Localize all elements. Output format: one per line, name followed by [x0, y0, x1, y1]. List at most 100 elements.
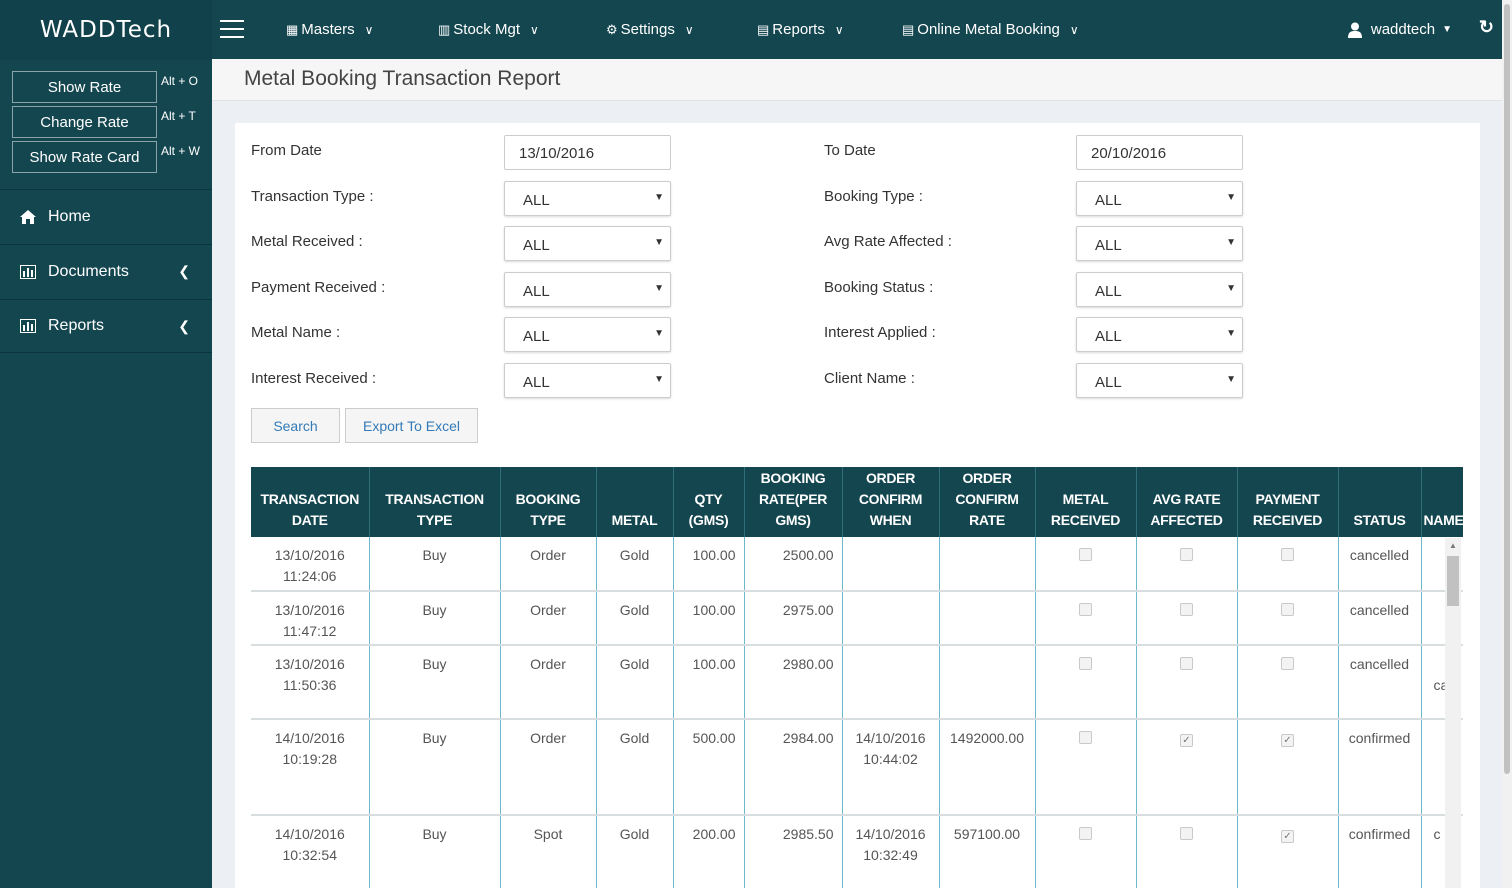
app-logo[interactable]: WADDTech — [0, 0, 212, 60]
gear-icon: ⚙ — [606, 21, 618, 37]
column-header[interactable]: BOOKING RATE(PER GMS) — [744, 467, 843, 537]
scroll-up-icon[interactable]: ▲ — [1449, 541, 1457, 550]
avg-rate-affected-checkbox[interactable] — [1180, 548, 1193, 561]
menu-settings[interactable]: ⚙ Settings ∨ — [606, 0, 694, 59]
booking-type-cell: Order — [500, 645, 597, 720]
payment-received-checkbox[interactable]: ✓ — [1281, 830, 1294, 843]
booking-rate-cell: 2984.00 — [744, 719, 843, 816]
transaction-type-cell: Buy — [369, 719, 501, 816]
client-name-select[interactable]: ALL ▼ — [1076, 363, 1243, 398]
avg-rate-affected-select[interactable]: ALL ▼ — [1076, 226, 1243, 261]
change-rate-button[interactable]: Change Rate — [12, 106, 157, 138]
booking-type-cell: Order — [500, 537, 597, 592]
dropdown-arrow-icon: ▼ — [1226, 283, 1236, 294]
show-rate-button[interactable]: Show Rate — [12, 71, 157, 103]
payment-received-cell: ✓ — [1237, 815, 1339, 888]
booking-type-select[interactable]: ALL ▼ — [1076, 181, 1243, 216]
metal-received-checkbox[interactable] — [1079, 731, 1092, 744]
show-rate-card-button[interactable]: Show Rate Card — [12, 141, 157, 173]
menu-masters[interactable]: ▦ Masters ∨ — [286, 0, 373, 59]
booking-type-cell-text: Order — [530, 547, 566, 563]
from-date-label: From Date — [251, 142, 322, 159]
column-header[interactable]: QTY (GMS) — [673, 467, 745, 537]
metal-cell-text: Gold — [619, 730, 650, 746]
refresh-icon[interactable]: ↻ — [1479, 17, 1494, 38]
order-confirm-when-cell — [842, 591, 940, 646]
hamburger-menu-icon[interactable] — [220, 20, 244, 38]
booking-type-cell: Order — [500, 719, 597, 816]
payment-received-checkbox[interactable] — [1281, 548, 1294, 561]
transaction-type-select[interactable]: ALL ▼ — [504, 181, 671, 216]
menu-reports[interactable]: ▤ Reports ∨ — [757, 0, 844, 59]
table-row[interactable]: 14/10/2016 10:32:54 Buy Spot Gold 200.00 2985.… — [251, 815, 1463, 888]
metal-cell-text: Gold — [619, 602, 650, 618]
payment-received-label: Payment Received : — [251, 279, 386, 296]
metal-received-checkbox[interactable] — [1079, 827, 1092, 840]
sidebar-item-home[interactable]: Home — [0, 189, 212, 243]
qty-cell-text: 100.00 — [692, 602, 736, 618]
search-button[interactable]: Search — [251, 408, 340, 443]
column-header[interactable]: METAL — [596, 467, 674, 537]
column-header[interactable]: NAME — [1421, 467, 1463, 537]
avg-rate-affected-checkbox[interactable]: ✓ — [1180, 734, 1193, 747]
transaction-type-cell-text: Buy — [422, 656, 447, 672]
column-header[interactable]: ORDER CONFIRM RATE — [939, 467, 1036, 537]
interest-received-select[interactable]: ALL ▼ — [504, 363, 671, 398]
export-excel-button[interactable]: Export To Excel — [345, 408, 478, 443]
payment-received-checkbox[interactable]: ✓ — [1281, 734, 1294, 747]
bar-chart-icon — [18, 264, 38, 280]
metal-cell: Gold — [596, 645, 674, 720]
column-header[interactable]: STATUS — [1338, 467, 1422, 537]
column-header[interactable]: AVG RATE AFFECTED — [1136, 467, 1238, 537]
menu-online-metal-booking[interactable]: ▤ Online Metal Booking ∨ — [902, 0, 1079, 59]
column-header[interactable]: ORDER CONFIRM WHEN — [842, 467, 940, 537]
metal-name-select[interactable]: ALL ▼ — [504, 317, 671, 352]
menu-stock-mgt[interactable]: ▥ Stock Mgt ∨ — [438, 0, 539, 59]
avg-rate-affected-checkbox[interactable] — [1180, 603, 1193, 616]
interest-applied-select[interactable]: ALL ▼ — [1076, 317, 1243, 352]
table-row[interactable]: 13/10/2016 11:24:06 Buy Order Gold 100.00 2500… — [251, 537, 1463, 592]
column-header-text: BOOKING — [760, 470, 826, 486]
qty-cell: 100.00 — [673, 537, 745, 592]
to-date-input[interactable]: 20/10/2016 — [1076, 135, 1243, 170]
column-header-text: TYPE — [530, 512, 566, 528]
sidebar-item-reports[interactable]: Reports ❮ — [0, 299, 212, 353]
metal-received-checkbox[interactable] — [1079, 548, 1092, 561]
select-value: ALL — [523, 237, 550, 254]
column-header[interactable]: TRANSACTION DATE — [251, 467, 370, 537]
table-scrollbar[interactable]: ▲ — [1445, 538, 1461, 888]
window-scrollbar[interactable] — [1502, 0, 1512, 888]
avg-rate-affected-checkbox[interactable] — [1180, 657, 1193, 670]
from-date-input[interactable]: 13/10/2016 — [504, 135, 671, 170]
payment-received-checkbox[interactable] — [1281, 657, 1294, 670]
column-header-text: TYPE — [416, 512, 453, 528]
payment-received-select[interactable]: ALL ▼ — [504, 272, 671, 307]
chevron-down-icon: ∨ — [834, 22, 844, 37]
payment-received-cell: ✓ — [1237, 719, 1339, 816]
metal-cell-text: Gold — [619, 826, 650, 842]
payment-received-checkbox[interactable] — [1281, 603, 1294, 616]
user-menu[interactable]: waddtech ▼ — [1347, 0, 1452, 59]
metal-received-select[interactable]: ALL ▼ — [504, 226, 671, 261]
to-date-label: To Date — [824, 142, 876, 159]
metal-received-checkbox[interactable] — [1079, 603, 1092, 616]
column-header[interactable]: BOOKING TYPE — [500, 467, 597, 537]
column-header[interactable]: PAYMENT RECEIVED — [1237, 467, 1339, 537]
change-rate-shortcut: Alt + T — [161, 109, 196, 123]
column-header[interactable]: TRANSACTION TYPE — [369, 467, 501, 537]
dropdown-arrow-icon: ▼ — [1226, 192, 1236, 203]
transaction-date-cell: 13/10/2016 11:24:06 — [251, 537, 370, 592]
table-row[interactable]: 13/10/2016 11:47:12 Buy Order Gold 100.00 2975… — [251, 591, 1463, 646]
page-title: Metal Booking Transaction Report — [244, 67, 561, 90]
booking-status-select[interactable]: ALL ▼ — [1076, 272, 1243, 307]
transaction-type-label: Transaction Type : — [251, 188, 374, 205]
username: waddtech — [1370, 21, 1436, 38]
column-header[interactable]: METAL RECEIVED — [1035, 467, 1137, 537]
table-row[interactable]: 14/10/2016 10:19:28 Buy Order Gold 500.00 2984… — [251, 719, 1463, 816]
sidebar-item-documents[interactable]: Documents ❮ — [0, 244, 212, 298]
column-header-text: METAL — [1062, 491, 1109, 507]
metal-received-checkbox[interactable] — [1079, 657, 1092, 670]
select-value: ALL — [523, 328, 550, 345]
avg-rate-affected-checkbox[interactable] — [1180, 827, 1193, 840]
table-row[interactable]: 13/10/2016 11:50:36 Buy Order Gold 100.00 2980… — [251, 645, 1463, 720]
